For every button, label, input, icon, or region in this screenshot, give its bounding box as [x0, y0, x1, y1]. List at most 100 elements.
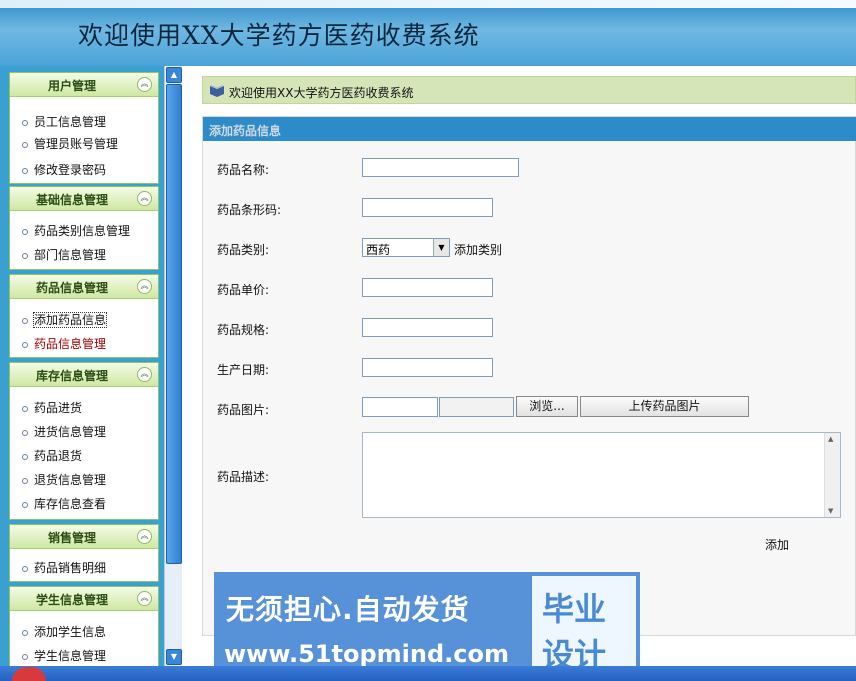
- breadcrumb-text: 欢迎使用XX大学药方医药收费系统: [229, 86, 414, 100]
- file-path-input[interactable]: [362, 397, 438, 417]
- bullet-icon: [22, 629, 28, 636]
- sidebar: 用户管理 ︽ 员工信息管理 管理员账号管理 修改登录密码 基础信息管理 ︽ 药品…: [0, 66, 164, 666]
- spec-input[interactable]: [362, 318, 493, 337]
- bullet-icon: [22, 252, 28, 259]
- app-header: 欢迎使用XX大学药方医药收费系统: [0, 0, 856, 66]
- menu-group-user: 用户管理 ︽ 员工信息管理 管理员账号管理 修改登录密码: [9, 72, 159, 184]
- watermark-slogan: 无须担心.自动发货: [226, 593, 470, 626]
- description-textarea[interactable]: ▲ ▼: [362, 432, 841, 518]
- menu-head-drug[interactable]: 药品信息管理 ︽: [10, 275, 158, 299]
- breadcrumb: 欢迎使用XX大学药方医药收费系统: [202, 76, 856, 104]
- menu-group-stock: 库存信息管理 ︽ 药品进货 进货信息管理 药品退货 退货信息管理 库存信息查看: [9, 362, 159, 520]
- bullet-icon: [22, 317, 28, 324]
- menu-head-label: 基础信息管理: [35, 193, 108, 207]
- menu-group-drug: 药品信息管理 ︽ 添加药品信息 药品信息管理: [9, 274, 159, 358]
- collapse-icon[interactable]: ︽: [137, 591, 152, 606]
- app-title: 欢迎使用XX大学药方医药收费系统: [78, 21, 480, 50]
- bullet-icon: [22, 501, 28, 508]
- bullet-icon: [22, 477, 28, 484]
- spec-label: 药品规格:: [217, 323, 270, 337]
- watermark-banner: 无须担心.自动发货 www.51topmind.com 毕业 设计: [214, 572, 640, 678]
- drug-name-input[interactable]: [362, 158, 519, 177]
- bullet-icon: [22, 119, 28, 126]
- sidebar-item-change-password[interactable]: 修改登录密码: [22, 161, 106, 178]
- barcode-input[interactable]: [362, 198, 493, 217]
- barcode-label: 药品条形码:: [217, 203, 282, 217]
- menu-head-label: 用户管理: [47, 79, 96, 93]
- bullet-icon: [22, 565, 28, 572]
- sidebar-scrollbar[interactable]: ▲ ▼: [164, 66, 182, 666]
- drug-name-label: 药品名称:: [217, 163, 270, 177]
- description-label: 药品描述:: [217, 470, 270, 484]
- menu-head-basic[interactable]: 基础信息管理 ︽: [10, 187, 158, 211]
- bullet-icon: [22, 653, 28, 660]
- menu-group-basic: 基础信息管理 ︽ 药品类别信息管理 部门信息管理: [9, 186, 159, 270]
- scroll-up-icon[interactable]: ▲: [828, 435, 833, 443]
- add-submit-button[interactable]: 添加: [765, 536, 789, 553]
- menu-head-stock[interactable]: 库存信息管理 ︽: [10, 363, 158, 387]
- scroll-down-icon[interactable]: ▼: [166, 649, 182, 665]
- production-date-input[interactable]: [362, 358, 493, 377]
- menu-head-label: 药品信息管理: [35, 281, 108, 295]
- menu-head-label: 学生信息管理: [35, 593, 108, 607]
- menu-head-sales[interactable]: 销售管理 ︽: [10, 525, 158, 549]
- category-label: 药品类别:: [217, 243, 270, 257]
- collapse-icon[interactable]: ︽: [137, 367, 152, 382]
- sidebar-item-admin-accounts[interactable]: 管理员账号管理: [22, 135, 118, 152]
- bullet-icon: [22, 341, 28, 348]
- badge-line-1: 毕业: [542, 590, 607, 628]
- sidebar-item-return-management[interactable]: 退货信息管理: [22, 471, 106, 488]
- bullet-icon: [22, 405, 28, 412]
- sidebar-item-drug-management[interactable]: 药品信息管理: [22, 335, 106, 352]
- sidebar-item-student-management[interactable]: 学生信息管理: [22, 647, 106, 664]
- sidebar-item-sales-detail[interactable]: 药品销售明细: [22, 559, 106, 576]
- watermark-badge: 毕业 设计: [530, 574, 638, 676]
- bullet-icon: [22, 167, 28, 174]
- book-icon: [210, 85, 224, 97]
- sidebar-item-departments[interactable]: 部门信息管理: [22, 246, 106, 263]
- menu-group-student: 学生信息管理 ︽ 添加学生信息 学生信息管理: [9, 586, 159, 666]
- scroll-down-icon[interactable]: ▼: [828, 507, 833, 515]
- scrollbar-thumb[interactable]: [166, 84, 182, 564]
- header-top-strip: [0, 0, 856, 8]
- textarea-scrollbar[interactable]: ▲ ▼: [824, 433, 840, 517]
- form-title: 添加药品信息: [209, 124, 282, 138]
- collapse-icon[interactable]: ︽: [137, 279, 152, 294]
- add-category-link[interactable]: 添加类别: [454, 241, 502, 258]
- sidebar-item-drug-categories[interactable]: 药品类别信息管理: [22, 222, 130, 239]
- sidebar-item-stock-view[interactable]: 库存信息查看: [22, 495, 106, 512]
- menu-head-user[interactable]: 用户管理 ︽: [10, 73, 158, 97]
- collapse-icon[interactable]: ︽: [137, 77, 152, 92]
- menu-group-sales: 销售管理 ︽ 药品销售明细: [9, 524, 159, 582]
- add-drug-form: 添加药品信息 药品名称: 药品条形码: 药品类别: 西药 ▼ 添加类别 药品单价…: [202, 116, 856, 636]
- production-date-label: 生产日期:: [217, 363, 270, 377]
- sidebar-item-staff[interactable]: 员工信息管理: [22, 113, 106, 130]
- sidebar-item-purchase[interactable]: 药品进货: [22, 399, 82, 416]
- bullet-icon: [22, 453, 28, 460]
- menu-head-label: 库存信息管理: [35, 369, 108, 383]
- scroll-up-icon[interactable]: ▲: [166, 67, 182, 83]
- form-title-bar: 添加药品信息: [203, 117, 856, 141]
- menu-head-student[interactable]: 学生信息管理 ︽: [10, 587, 158, 611]
- watermark-url: www.51topmind.com: [224, 640, 509, 668]
- sidebar-item-purchase-management[interactable]: 进货信息管理: [22, 423, 106, 440]
- category-select[interactable]: 西药 ▼: [362, 238, 450, 257]
- collapse-icon[interactable]: ︽: [137, 529, 152, 544]
- sidebar-item-add-student[interactable]: 添加学生信息: [22, 623, 106, 640]
- os-taskbar: [0, 666, 856, 681]
- category-selected-value: 西药: [366, 243, 391, 257]
- sidebar-item-add-drug[interactable]: 添加药品信息: [22, 311, 108, 328]
- browse-button[interactable]: 浏览...: [516, 396, 578, 417]
- bullet-icon: [22, 228, 28, 235]
- drug-image-label: 药品图片:: [217, 403, 270, 417]
- price-label: 药品单价:: [217, 283, 270, 297]
- menu-head-label: 销售管理: [47, 531, 96, 545]
- collapse-icon[interactable]: ︽: [137, 191, 152, 206]
- bullet-icon: [22, 141, 28, 148]
- bullet-icon: [22, 429, 28, 436]
- price-input[interactable]: [362, 278, 493, 297]
- chevron-down-icon[interactable]: ▼: [433, 239, 449, 256]
- file-path-display: [439, 397, 514, 417]
- sidebar-item-return[interactable]: 药品退货: [22, 447, 82, 464]
- upload-image-button[interactable]: 上传药品图片: [580, 396, 749, 417]
